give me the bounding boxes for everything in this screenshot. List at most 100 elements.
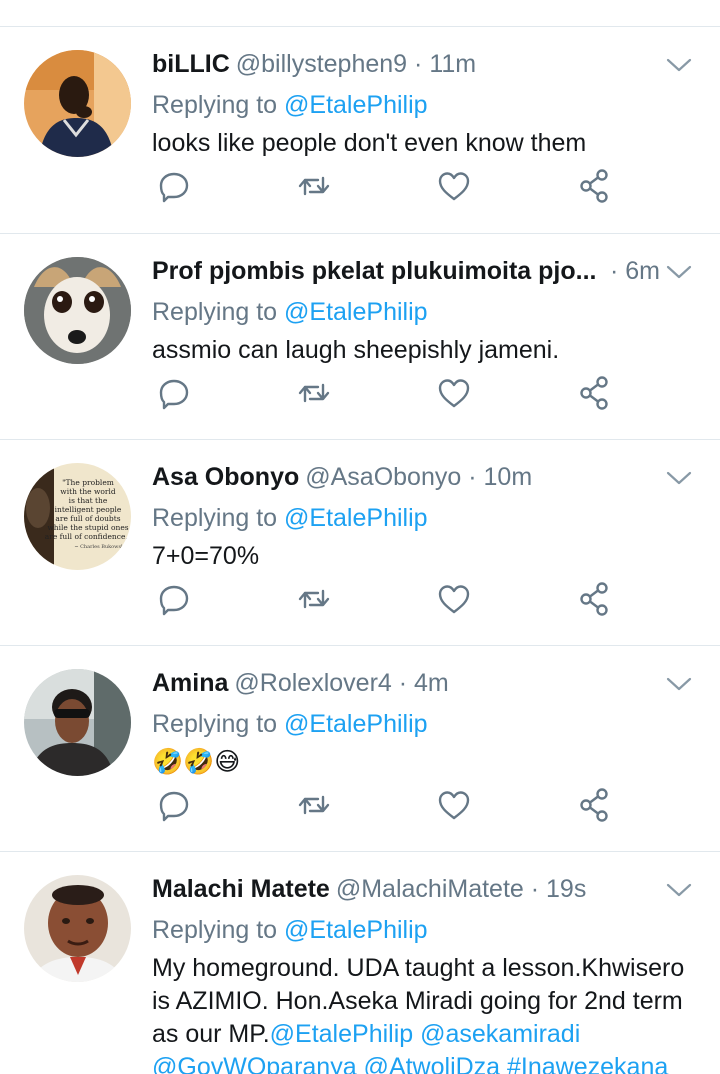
avatar[interactable] <box>24 875 131 982</box>
retweet-button[interactable] <box>294 785 334 825</box>
retweet-button[interactable] <box>294 373 334 413</box>
share-icon <box>580 376 608 410</box>
tweet-text: assmio can laugh sheepishly jameni. <box>152 336 560 364</box>
share-icon <box>580 169 608 203</box>
chevron-down-icon[interactable] <box>666 882 692 898</box>
quote-line: are full of doubts <box>55 514 120 523</box>
quote-line: with the world <box>60 487 116 496</box>
replying-to-label: Replying to <box>152 504 278 532</box>
woman-avatar-image <box>24 669 131 776</box>
like-button[interactable] <box>434 373 474 413</box>
tweet-header: Malachi Matete @MalachiMatete · 19s <box>152 872 660 906</box>
tweet-header: Prof pjombis pkelat plukuimoita pjo... ·… <box>152 254 660 288</box>
user-handle[interactable]: @Rolexlover4 <box>234 669 391 697</box>
chevron-down-icon[interactable] <box>666 676 692 692</box>
user-handle[interactable]: @billystephen9 <box>236 50 407 78</box>
quote-line: "The problem <box>62 478 114 487</box>
reply-icon <box>159 585 189 616</box>
user-handle[interactable]: @AsaObonyo <box>305 463 461 491</box>
display-name[interactable]: Prof pjombis pkelat plukuimoita pjo... <box>152 257 596 285</box>
replying-to-link[interactable]: @EtalePhilip <box>284 710 428 738</box>
tweet-actions <box>152 373 622 413</box>
quote-line: are full of confidence." <box>45 532 131 541</box>
tweet-text: 7+0=70% <box>152 542 260 570</box>
timestamp[interactable]: · 11m <box>414 50 476 78</box>
chevron-down-icon[interactable] <box>666 470 692 486</box>
quote-line: intelligent people <box>55 505 122 514</box>
display-name[interactable]: Asa Obonyo <box>152 463 299 491</box>
tweet-item[interactable]: "The problem with the world is that the … <box>0 440 720 646</box>
display-name[interactable]: biLLIC <box>152 50 230 78</box>
tweet-actions <box>152 166 622 206</box>
replying-to: Replying to @EtalePhilip <box>152 913 428 947</box>
timestamp[interactable]: · 6m <box>610 254 660 288</box>
like-icon <box>438 379 470 408</box>
tweet-item[interactable]: Malachi Matete @MalachiMatete · 19s Reply… <box>0 852 720 1074</box>
replying-to-label: Replying to <box>152 710 278 738</box>
tweet-actions <box>152 579 622 619</box>
avatar[interactable] <box>24 50 131 157</box>
quote-line: is that the <box>69 496 108 505</box>
like-button[interactable] <box>434 579 474 619</box>
dog-avatar-image <box>24 257 131 364</box>
share-icon <box>580 788 608 822</box>
replying-to-link[interactable]: @EtalePhilip <box>284 504 428 532</box>
tweet-text: My homeground. UDA taught a lesson.Khwis… <box>152 952 696 1074</box>
share-button[interactable] <box>574 785 614 825</box>
man-avatar-image <box>24 875 131 982</box>
share-button[interactable] <box>574 373 614 413</box>
like-icon <box>438 172 470 201</box>
replying-to-label: Replying to <box>152 91 278 119</box>
tweet-text: 🤣🤣😅 <box>152 748 241 776</box>
quote-line: while the stupid ones <box>47 523 128 532</box>
reply-icon <box>159 791 189 822</box>
retweet-button[interactable] <box>294 166 334 206</box>
user-handle[interactable]: @MalachiMatete <box>336 875 524 903</box>
display-name[interactable]: Malachi Matete <box>152 875 330 903</box>
retweet-icon <box>298 589 330 609</box>
tweet-item[interactable]: biLLIC @billystephen9 · 11m Replying to @… <box>0 27 720 234</box>
tweet-text: looks like people don't even know them <box>152 129 587 157</box>
tweet-header: biLLIC @billystephen9 · 11m <box>152 47 660 81</box>
tweet-item[interactable]: Prof pjombis pkelat plukuimoita pjo... ·… <box>0 234 720 440</box>
chevron-down-icon[interactable] <box>666 264 692 280</box>
reply-icon <box>159 172 189 203</box>
timestamp[interactable]: · 4m <box>399 669 449 697</box>
replying-to: Replying to @EtalePhilip <box>152 295 428 329</box>
retweet-icon <box>298 383 330 403</box>
retweet-button[interactable] <box>294 579 334 619</box>
tweet-header: Amina @Rolexlover4 · 4m <box>152 666 660 700</box>
replying-to: Replying to @EtalePhilip <box>152 501 428 535</box>
like-button[interactable] <box>434 166 474 206</box>
reply-icon <box>159 379 189 410</box>
share-icon <box>580 582 608 616</box>
replying-to-label: Replying to <box>152 916 278 944</box>
display-name[interactable]: Amina <box>152 669 228 697</box>
avatar[interactable] <box>24 257 131 364</box>
like-button[interactable] <box>434 785 474 825</box>
share-button[interactable] <box>574 166 614 206</box>
share-button[interactable] <box>574 579 614 619</box>
replying-to-link[interactable]: @EtalePhilip <box>284 916 428 944</box>
retweet-icon <box>298 795 330 815</box>
timestamp[interactable]: · 19s <box>531 875 587 903</box>
tweet-item[interactable]: Amina @Rolexlover4 · 4m Replying to @Etal… <box>0 646 720 852</box>
reply-button[interactable] <box>154 785 194 825</box>
replying-to: Replying to @EtalePhilip <box>152 707 428 741</box>
replying-to-link[interactable]: @EtalePhilip <box>284 298 428 326</box>
avatar[interactable] <box>24 669 131 776</box>
reply-button[interactable] <box>154 373 194 413</box>
timestamp[interactable]: · 10m <box>468 463 532 491</box>
tweet-actions <box>152 785 622 825</box>
replying-to-label: Replying to <box>152 298 278 326</box>
reply-button[interactable] <box>154 579 194 619</box>
replying-to-link[interactable]: @EtalePhilip <box>284 91 428 119</box>
like-icon <box>438 791 470 820</box>
quote-author: ~ Charles Bukowski <box>74 544 126 550</box>
avatar[interactable]: "The problem with the world is that the … <box>24 463 131 570</box>
previous-tweet-clip <box>0 0 720 27</box>
person-avatar-image <box>24 50 131 157</box>
like-icon <box>438 585 470 614</box>
chevron-down-icon[interactable] <box>666 57 692 73</box>
reply-button[interactable] <box>154 166 194 206</box>
